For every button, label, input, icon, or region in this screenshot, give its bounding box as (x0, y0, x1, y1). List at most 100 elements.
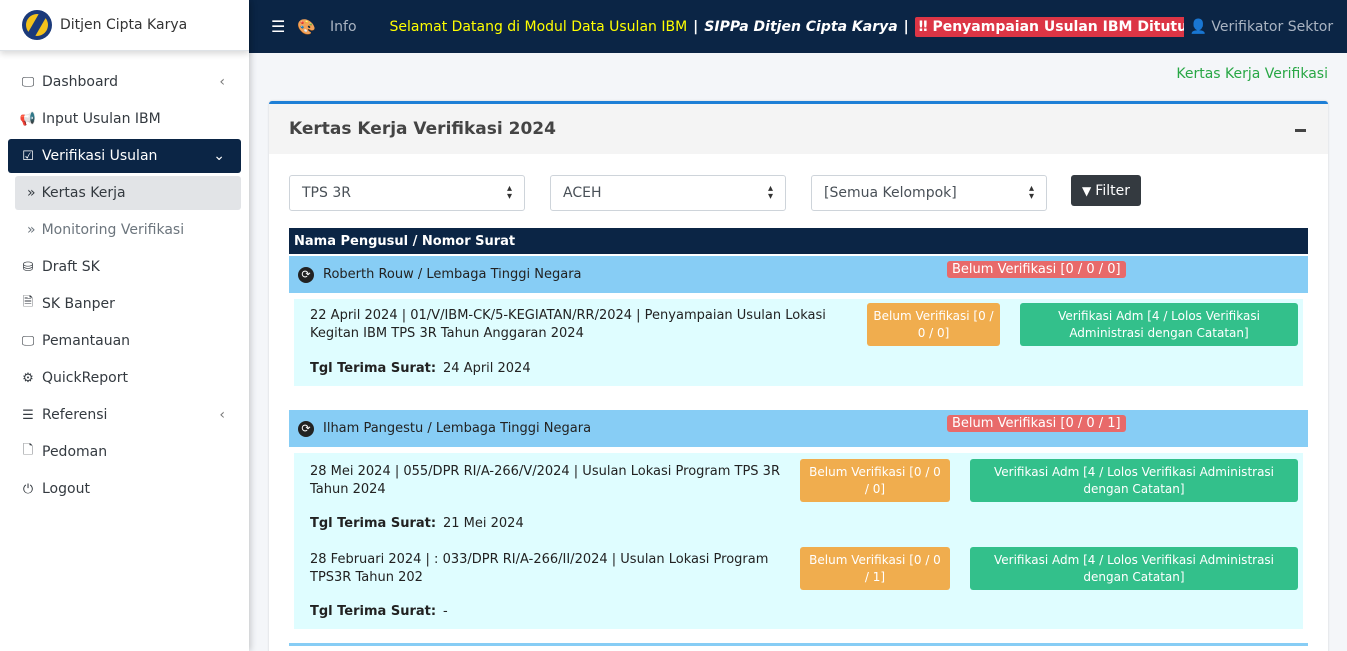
brand-logo (22, 10, 52, 40)
proposer-row[interactable]: ⟳ Roberth Rouw / Lembaga Tinggi Negara B… (289, 256, 1308, 293)
sidebar-item-sk-banper[interactable]: 🗎 SK Banper (8, 287, 241, 321)
receive-date: Tgl Terima Surat: 24 April 2024 (310, 361, 531, 376)
bullhorn-icon: 📢 (19, 111, 37, 127)
group-select-value: [Semua Kelompok] (824, 185, 957, 201)
pending-verification-button[interactable]: Belum Verifikasi [0 / 0 / 1] (800, 547, 950, 590)
status-badge: Belum Verifikasi [0 / 0 / 1] (947, 415, 1126, 432)
sidebar-subitem-kertas-kerja[interactable]: » Kertas Kerja (15, 176, 241, 210)
marquee-welcome: Selamat Datang di Modul Data Usulan IBM (389, 18, 688, 35)
chevron-left-icon: ‹ (219, 74, 225, 90)
sidebar-item-quickreport[interactable]: ⚙ QuickReport (8, 361, 241, 395)
table-header: Nama Pengusul / Nomor Surat (289, 228, 1308, 254)
letter-list: 22 April 2024 | 01/V/IBM-CK/5-KEGIATAN/R… (294, 299, 1303, 386)
top-navbar: ☰ 🎨 Info Selamat Datang di Modul Data Us… (249, 0, 1347, 53)
receive-date-label: Tgl Terima Surat: (310, 361, 437, 376)
main-content: Kertas Kerja Verifikasi Kertas Kerja Ver… (249, 53, 1347, 651)
filter-bar: TPS 3R ▴ ▾ ACEH ▴ ▾ [Semua Kelompok] ▴ ▾ ▼ … (289, 175, 1308, 215)
sidebar-item-verifikasi-usulan[interactable]: ☑ Verifikasi Usulan ⌄ (8, 139, 241, 173)
brand-name: Ditjen Cipta Karya (60, 17, 188, 33)
sidebar-item-draft-sk[interactable]: ⛁ Draft SK (8, 250, 241, 284)
pending-verification-button[interactable]: Belum Verifikasi [0 / 0 / 0] (800, 459, 950, 502)
file-text-icon: 🗎 (22, 295, 34, 310)
sidebar-item-label: Referensi (42, 407, 108, 423)
sidebar-item-label: Verifikasi Usulan (42, 148, 158, 164)
sidebar-item-label: Dashboard (42, 74, 118, 90)
select-caret-icon: ▴ ▾ (767, 183, 773, 202)
proposal-table: Nama Pengusul / Nomor Surat ⟳ Roberth Ro… (289, 228, 1308, 646)
refresh-icon[interactable]: ⟳ (298, 420, 314, 437)
group-select[interactable]: [Semua Kelompok] ▴ ▾ (811, 175, 1047, 211)
chevron-down-icon: ⌄ (213, 148, 225, 164)
letter-description: 28 Februari 2024 | : 033/DPR RI/A-266/II… (310, 552, 769, 585)
admin-verification-button[interactable]: Verifikasi Adm [4 / Lolos Verifikasi Adm… (970, 459, 1298, 502)
sidebar-item-label: QuickReport (42, 370, 128, 386)
collapse-icon[interactable] (1295, 129, 1306, 132)
sidebar-item-label: Pemantauan (42, 333, 131, 349)
sidebar-item-dashboard[interactable]: 🖵 Dashboard ‹ (8, 65, 241, 99)
card-header: Kertas Kerja Verifikasi 2024 (269, 104, 1328, 154)
province-select[interactable]: ACEH ▴ ▾ (550, 175, 786, 211)
sidebar-item-label: Pedoman (42, 444, 108, 460)
filter-button-label: Filter (1095, 182, 1130, 199)
select-caret-icon: ▴ ▾ (1028, 183, 1034, 202)
hamburger-menu-icon[interactable]: ☰ (271, 17, 285, 36)
sidebar-item-pedoman[interactable]: 🗋 Pedoman (8, 435, 241, 469)
palette-icon[interactable]: 🎨 (297, 18, 316, 36)
next-proposer-row[interactable] (289, 643, 1308, 646)
check-square-icon: ☑ (22, 148, 34, 164)
filter-button[interactable]: ▼ Filter (1071, 175, 1141, 206)
database-icon: ⛁ (22, 259, 34, 275)
breadcrumb[interactable]: Kertas Kerja Verifikasi (1176, 66, 1328, 82)
user-role: Verifikator Sektor (1211, 18, 1334, 35)
sidebar-item-input-usulan[interactable]: 📢 Input Usulan IBM (8, 102, 241, 136)
sector-select[interactable]: TPS 3R ▴ ▾ (289, 175, 525, 211)
monitor-icon: 🖵 (21, 333, 35, 349)
brand[interactable]: Ditjen Cipta Karya (0, 0, 249, 51)
list-icon: ☰ (22, 407, 34, 423)
sidebar-item-label: SK Banper (42, 296, 115, 312)
letter-list: 28 Mei 2024 | 055/DPR RI/A-266/V/2024 | … (294, 453, 1303, 629)
user-menu[interactable]: 👤 Verifikator Sektor (1190, 19, 1334, 35)
card-title: Kertas Kerja Verifikasi 2024 (289, 119, 556, 139)
sidebar-subitem-monitoring[interactable]: » Monitoring Verifikasi (15, 213, 241, 247)
pending-verification-button[interactable]: Belum Verifikasi [0 / 0 / 0] (867, 303, 1000, 346)
letter-item: 28 Februari 2024 | : 033/DPR RI/A-266/II… (294, 541, 1303, 629)
marquee-app-name: SIPPa Ditjen Cipta Karya (704, 18, 898, 35)
filter-icon: ▼ (1082, 183, 1092, 198)
sector-select-value: TPS 3R (302, 185, 351, 201)
double-chevron-icon: » (27, 222, 36, 238)
info-link[interactable]: Info (330, 19, 357, 35)
status-badge: Belum Verifikasi [0 / 0 / 0] (947, 261, 1126, 278)
sidebar: Ditjen Cipta Karya 🖵 Dashboard ‹ 📢 Input… (0, 0, 249, 651)
user-icon: 👤 (1189, 18, 1207, 35)
letter-description: 22 April 2024 | 01/V/IBM-CK/5-KEGIATAN/R… (310, 308, 826, 341)
receive-date-value: 21 Mei 2024 (443, 516, 524, 531)
admin-verification-button[interactable]: Verifikasi Adm [4 / Lolos Verifikasi Adm… (970, 547, 1298, 590)
sidebar-item-referensi[interactable]: ☰ Referensi ‹ (8, 398, 241, 432)
marquee-separator: | (693, 18, 699, 35)
receive-date: Tgl Terima Surat: 21 Mei 2024 (310, 516, 524, 531)
sidebar-item-pemantauan[interactable]: 🖵 Pemantauan (8, 324, 241, 358)
sidebar-nav: 🖵 Dashboard ‹ 📢 Input Usulan IBM ☑ Verif… (0, 51, 249, 506)
province-select-value: ACEH (563, 185, 602, 201)
double-chevron-icon: » (27, 185, 36, 201)
marquee-alert: ‼ Penyampaian Usulan IBM Ditutup Tangg (914, 16, 1184, 37)
letter-description: 28 Mei 2024 | 055/DPR RI/A-266/V/2024 | … (310, 464, 780, 497)
announcement-marquee: Selamat Datang di Modul Data Usulan IBM … (389, 16, 1184, 37)
proposer-name: Roberth Rouw / Lembaga Tinggi Negara (323, 267, 582, 282)
refresh-icon[interactable]: ⟳ (298, 266, 314, 283)
receive-date-value: - (443, 604, 448, 619)
receive-date-label: Tgl Terima Surat: (310, 604, 437, 619)
receive-date-label: Tgl Terima Surat: (310, 516, 437, 531)
sidebar-item-logout[interactable]: ⏻ Logout (8, 472, 241, 506)
proposer-name: Ilham Pangestu / Lembaga Tinggi Negara (323, 421, 592, 436)
receive-date: Tgl Terima Surat: - (310, 604, 448, 619)
monitor-icon: 🖵 (21, 74, 35, 90)
sidebar-subitem-label: Monitoring Verifikasi (41, 222, 185, 238)
file-icon: 🗋 (22, 443, 34, 458)
letter-item: 28 Mei 2024 | 055/DPR RI/A-266/V/2024 | … (294, 453, 1303, 541)
admin-verification-button[interactable]: Verifikasi Adm [4 / Lolos Verifikasi Adm… (1020, 303, 1298, 346)
proposer-row[interactable]: ⟳ Ilham Pangestu / Lembaga Tinggi Negara… (289, 410, 1308, 447)
select-caret-icon: ▴ ▾ (506, 183, 512, 202)
